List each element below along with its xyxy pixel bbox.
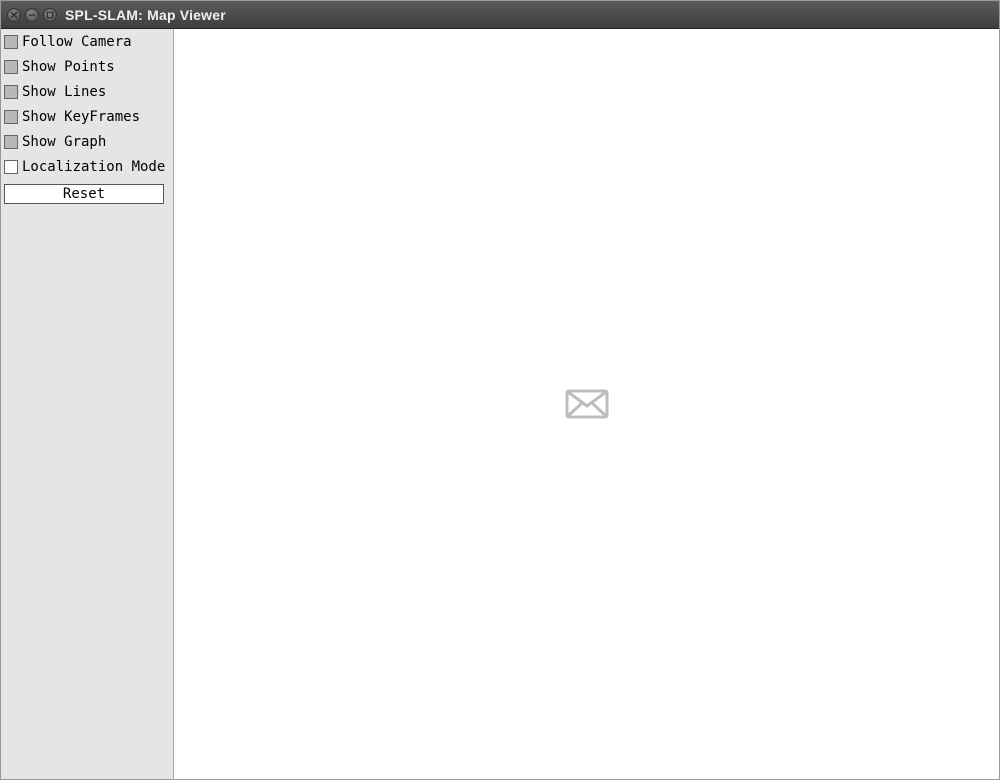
checkbox-show-points[interactable]: Show Points — [4, 59, 170, 75]
checkbox-icon — [4, 35, 18, 49]
checkbox-label: Show Points — [22, 59, 115, 75]
window-controls — [7, 8, 57, 22]
map-viewport[interactable] — [174, 29, 999, 779]
window-title: SPL-SLAM: Map Viewer — [65, 7, 226, 23]
close-icon[interactable] — [7, 8, 21, 22]
checkbox-label: Localization Mode — [22, 159, 165, 175]
checkbox-icon — [4, 60, 18, 74]
checkbox-icon — [4, 135, 18, 149]
checkbox-label: Show Graph — [22, 134, 106, 150]
content-area: Follow Camera Show Points Show Lines Sho… — [1, 29, 999, 779]
checkbox-show-keyframes[interactable]: Show KeyFrames — [4, 109, 170, 125]
checkbox-label: Follow Camera — [22, 34, 132, 50]
checkbox-show-lines[interactable]: Show Lines — [4, 84, 170, 100]
checkbox-follow-camera[interactable]: Follow Camera — [4, 34, 170, 50]
titlebar: SPL-SLAM: Map Viewer — [1, 1, 999, 29]
checkbox-localization-mode[interactable]: Localization Mode — [4, 159, 170, 175]
maximize-icon[interactable] — [43, 8, 57, 22]
checkbox-label: Show Lines — [22, 84, 106, 100]
checkbox-icon — [4, 110, 18, 124]
reset-button[interactable]: Reset — [4, 184, 164, 204]
checkbox-label: Show KeyFrames — [22, 109, 140, 125]
sidebar: Follow Camera Show Points Show Lines Sho… — [1, 29, 174, 779]
checkbox-icon — [4, 85, 18, 99]
checkbox-show-graph[interactable]: Show Graph — [4, 134, 170, 150]
checkbox-icon — [4, 160, 18, 174]
envelope-icon — [565, 389, 609, 419]
minimize-icon[interactable] — [25, 8, 39, 22]
